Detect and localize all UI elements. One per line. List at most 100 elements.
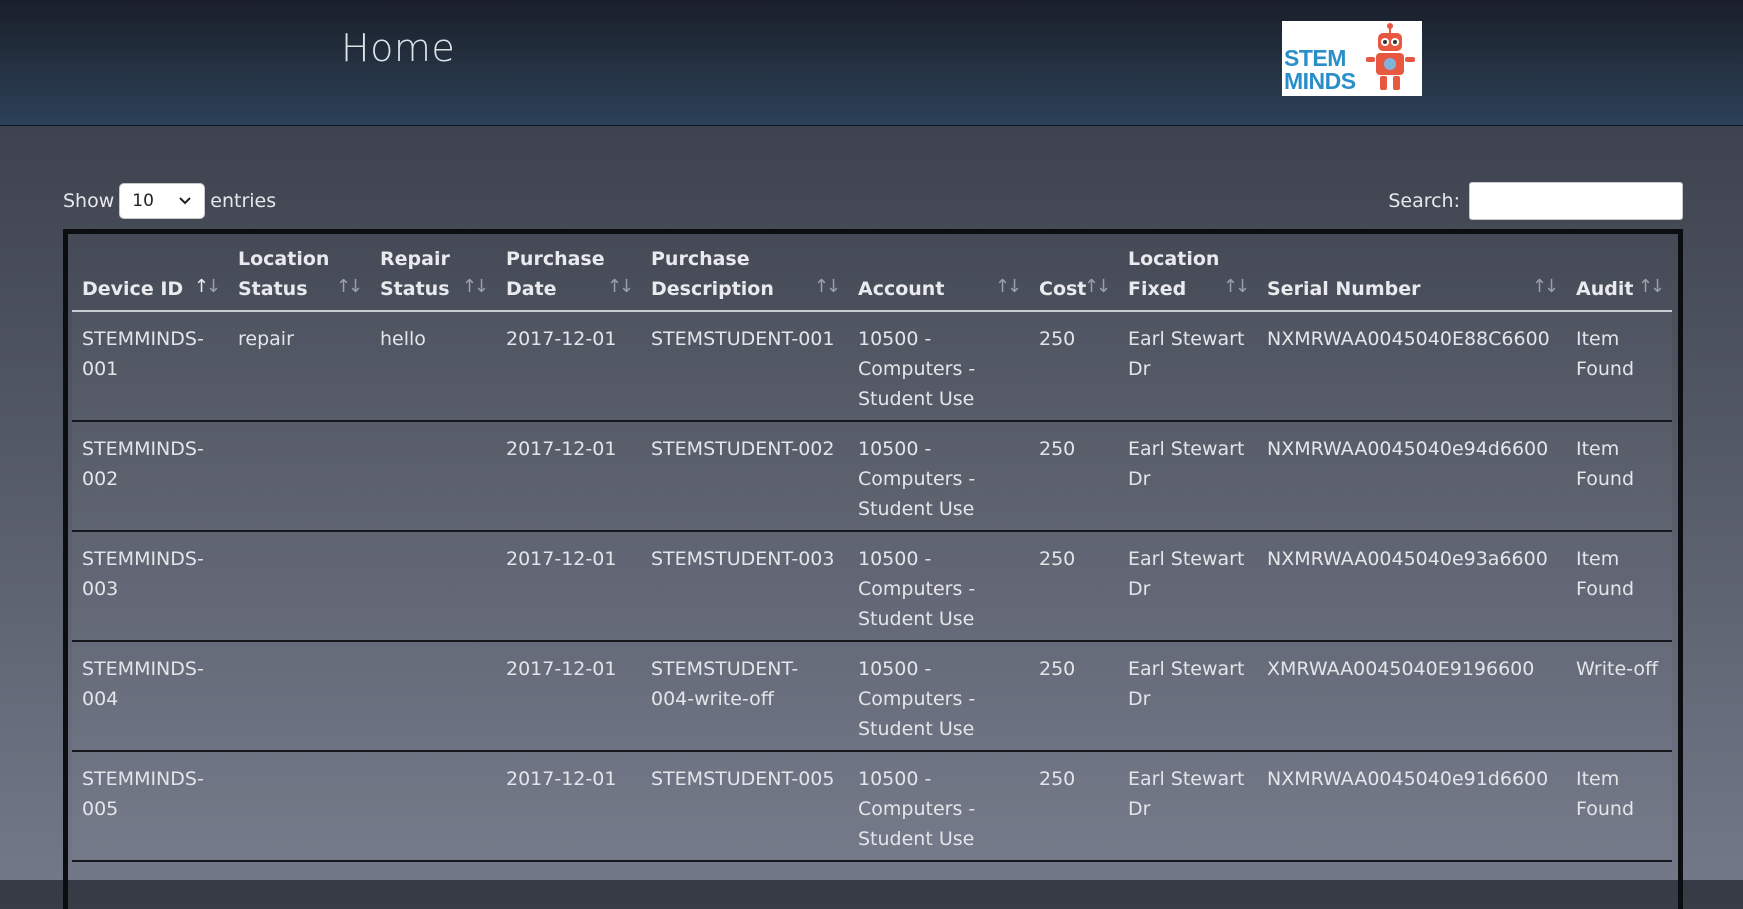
cell-repair-status: hello <box>370 311 496 422</box>
table-row[interactable]: STEMMINDS-005 2017-12-01 STEMSTUDENT-005… <box>72 751 1672 862</box>
cell-cost: 250 <box>1029 531 1118 642</box>
cell-location-fixed: Earl Stewart Dr <box>1118 641 1257 752</box>
cell-location-fixed: Earl Stewart Dr <box>1118 421 1257 532</box>
cell-repair-status <box>370 421 496 532</box>
cell-location-fixed: Earl Stewart Dr <box>1118 531 1257 642</box>
logo-text-line2: MINDS <box>1284 68 1356 94</box>
show-label: Show <box>63 190 115 212</box>
col-header-cost[interactable]: Cost ↑↓ <box>1029 238 1118 312</box>
cell-location-fixed: Earl Stewart Dr <box>1118 311 1257 422</box>
sort-icon: ↑↓ <box>994 276 1022 297</box>
page-title: Home <box>341 26 456 70</box>
cell-purchase-description: STEMSTUDENT-004-write-off <box>641 641 848 752</box>
search-input[interactable] <box>1469 182 1683 220</box>
cell-serial-number: NXMRWAA0045040e94d6600 <box>1257 421 1566 532</box>
sort-icon: ↑↓ <box>1531 276 1559 297</box>
table-row[interactable]: STEMMINDS-002 2017-12-01 STEMSTUDENT-002… <box>72 421 1672 532</box>
cell-audit: Write-off <box>1566 641 1672 752</box>
cell-serial-number: NXMRWAA0045040e93a6600 <box>1257 531 1566 642</box>
page-header: Home STEM MINDS <box>0 0 1743 126</box>
col-header-serial-number[interactable]: Serial Number ↑↓ <box>1257 238 1566 312</box>
cell-serial-number: XMRWAA0045040E9196600 <box>1257 641 1566 752</box>
table-header-row: Device ID ↑↓ Location Status ↑↓ Repair Sta… <box>72 238 1672 312</box>
cell-device-id: STEMMINDS-004 <box>72 641 228 752</box>
search-control: Search: <box>1388 182 1683 220</box>
sort-icon: ↑↓ <box>1222 276 1250 297</box>
col-header-label: Serial Number <box>1267 278 1421 300</box>
col-header-label: Cost <box>1039 278 1087 300</box>
cell-cost: 250 <box>1029 421 1118 532</box>
col-header-purchase-description[interactable]: Purchase Description ↑↓ <box>641 238 848 312</box>
sort-icon: ↑↓ <box>813 276 841 297</box>
cell-audit: Item Found <box>1566 751 1672 862</box>
stem-minds-logo[interactable]: STEM MINDS <box>1282 21 1422 96</box>
col-header-label: Purchase Date <box>506 248 605 300</box>
devices-table: Device ID ↑↓ Location Status ↑↓ Repair Sta… <box>72 238 1672 862</box>
devices-table-container: Device ID ↑↓ Location Status ↑↓ Repair Sta… <box>63 229 1683 909</box>
cell-cost: 250 <box>1029 751 1118 862</box>
chevron-down-icon <box>179 197 191 205</box>
cell-purchase-date: 2017-12-01 <box>496 421 641 532</box>
col-header-repair-status[interactable]: Repair Status ↑↓ <box>370 238 496 312</box>
cell-purchase-description: STEMSTUDENT-001 <box>641 311 848 422</box>
col-header-audit[interactable]: Audit ↑↓ <box>1566 238 1672 312</box>
cell-location-status <box>228 751 370 862</box>
cell-cost: 250 <box>1029 311 1118 422</box>
cell-purchase-date: 2017-12-01 <box>496 311 641 422</box>
cell-serial-number: NXMRWAA0045040E88C6600 <box>1257 311 1566 422</box>
col-header-device-id[interactable]: Device ID ↑↓ <box>72 238 228 312</box>
cell-account: 10500 - Computers - Student Use <box>848 531 1029 642</box>
table-row[interactable]: STEMMINDS-001 repair hello 2017-12-01 ST… <box>72 311 1672 422</box>
cell-location-status <box>228 531 370 642</box>
cell-account: 10500 - Computers - Student Use <box>848 421 1029 532</box>
cell-account: 10500 - Computers - Student Use <box>848 751 1029 862</box>
table-row[interactable]: STEMMINDS-004 2017-12-01 STEMSTUDENT-004… <box>72 641 1672 752</box>
cell-location-status: repair <box>228 311 370 422</box>
sort-icon: ↑↓ <box>335 276 363 297</box>
cell-purchase-description: STEMSTUDENT-005 <box>641 751 848 862</box>
sort-icon: ↑↓ <box>1637 276 1665 297</box>
cell-purchase-description: STEMSTUDENT-002 <box>641 421 848 532</box>
logo-text-line1: STEM <box>1284 45 1346 71</box>
col-header-label: Repair Status <box>380 248 450 300</box>
cell-account: 10500 - Computers - Student Use <box>848 641 1029 752</box>
entries-length-control: Show 10 entries <box>63 182 276 220</box>
sort-icon: ↑↓ <box>1083 276 1111 297</box>
cell-cost: 250 <box>1029 641 1118 752</box>
cell-purchase-date: 2017-12-01 <box>496 531 641 642</box>
sort-icon: ↑↓ <box>193 276 221 297</box>
entries-select[interactable]: 10 <box>119 183 206 219</box>
cell-device-id: STEMMINDS-005 <box>72 751 228 862</box>
cell-device-id: STEMMINDS-003 <box>72 531 228 642</box>
col-header-label: Device ID <box>82 278 184 300</box>
col-header-location-status[interactable]: Location Status ↑↓ <box>228 238 370 312</box>
cell-purchase-date: 2017-12-01 <box>496 751 641 862</box>
sort-icon: ↑↓ <box>606 276 634 297</box>
cell-repair-status <box>370 751 496 862</box>
col-header-label: Audit <box>1576 278 1634 300</box>
robot-icon <box>1366 23 1415 90</box>
cell-location-status <box>228 641 370 752</box>
cell-purchase-description: STEMSTUDENT-003 <box>641 531 848 642</box>
cell-location-fixed: Earl Stewart Dr <box>1118 751 1257 862</box>
cell-repair-status <box>370 531 496 642</box>
cell-audit: Item Found <box>1566 421 1672 532</box>
col-header-label: Location Status <box>238 248 330 300</box>
cell-purchase-date: 2017-12-01 <box>496 641 641 752</box>
col-header-label: Location Fixed <box>1128 248 1220 300</box>
col-header-purchase-date[interactable]: Purchase Date ↑↓ <box>496 238 641 312</box>
cell-account: 10500 - Computers - Student Use <box>848 311 1029 422</box>
entries-label: entries <box>210 190 277 212</box>
cell-device-id: STEMMINDS-001 <box>72 311 228 422</box>
sort-icon: ↑↓ <box>461 276 489 297</box>
table-row[interactable]: STEMMINDS-003 2017-12-01 STEMSTUDENT-003… <box>72 531 1672 642</box>
col-header-account[interactable]: Account ↑↓ <box>848 238 1029 312</box>
cell-device-id: STEMMINDS-002 <box>72 421 228 532</box>
cell-location-status <box>228 421 370 532</box>
cell-repair-status <box>370 641 496 752</box>
col-header-label: Purchase Description <box>651 248 774 300</box>
cell-serial-number: NXMRWAA0045040e91d6600 <box>1257 751 1566 862</box>
col-header-label: Account <box>858 278 945 300</box>
entries-select-value: 10 <box>132 191 154 211</box>
col-header-location-fixed[interactable]: Location Fixed ↑↓ <box>1118 238 1257 312</box>
